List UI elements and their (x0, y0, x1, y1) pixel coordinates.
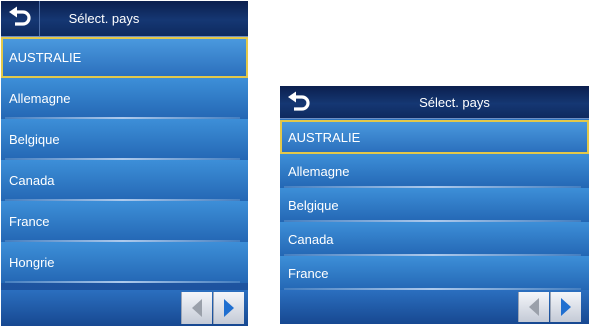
country-item[interactable]: Hongrie (1, 242, 248, 283)
title-bar: Sélect. pays (1, 1, 248, 37)
country-list: AUSTRALIE Allemagne Belgique Canada Fran… (1, 37, 248, 283)
bottom-bar (280, 290, 589, 324)
right-triangle-icon (561, 298, 571, 316)
country-item[interactable]: Canada (1, 160, 248, 201)
country-item[interactable]: AUSTRALIE (1, 37, 248, 78)
bottom-bar (1, 290, 248, 326)
page-title: Sélect. pays (68, 11, 140, 26)
left-triangle-icon (192, 299, 202, 317)
right-triangle-icon (224, 299, 234, 317)
country-item[interactable]: Allemagne (1, 78, 248, 119)
country-item[interactable]: Canada (280, 222, 589, 256)
country-item[interactable]: Belgique (1, 119, 248, 160)
next-page-button[interactable] (550, 292, 581, 322)
back-arrow-icon (9, 6, 31, 26)
back-button[interactable] (280, 86, 318, 118)
country-item[interactable]: Belgique (280, 188, 589, 222)
country-item[interactable]: AUSTRALIE (280, 120, 589, 154)
country-select-screen-small: Sélect. pays AUSTRALIE Allemagne Belgiqu… (280, 86, 589, 324)
page-title: Sélect. pays (419, 94, 490, 110)
title-bar: Sélect. pays (280, 86, 589, 119)
country-item[interactable]: Allemagne (280, 154, 589, 188)
country-select-screen-large: Sélect. pays AUSTRALIE Allemagne Belgiqu… (1, 1, 248, 326)
back-button[interactable] (1, 1, 40, 36)
previous-page-button[interactable] (181, 292, 212, 324)
country-item[interactable]: France (280, 256, 589, 290)
country-list: AUSTRALIE Allemagne Belgique Canada Fran… (280, 120, 589, 290)
next-page-button[interactable] (213, 292, 244, 324)
left-triangle-icon (529, 298, 539, 316)
previous-page-button[interactable] (518, 292, 549, 322)
country-item[interactable]: France (1, 201, 248, 242)
back-arrow-icon (288, 91, 310, 111)
